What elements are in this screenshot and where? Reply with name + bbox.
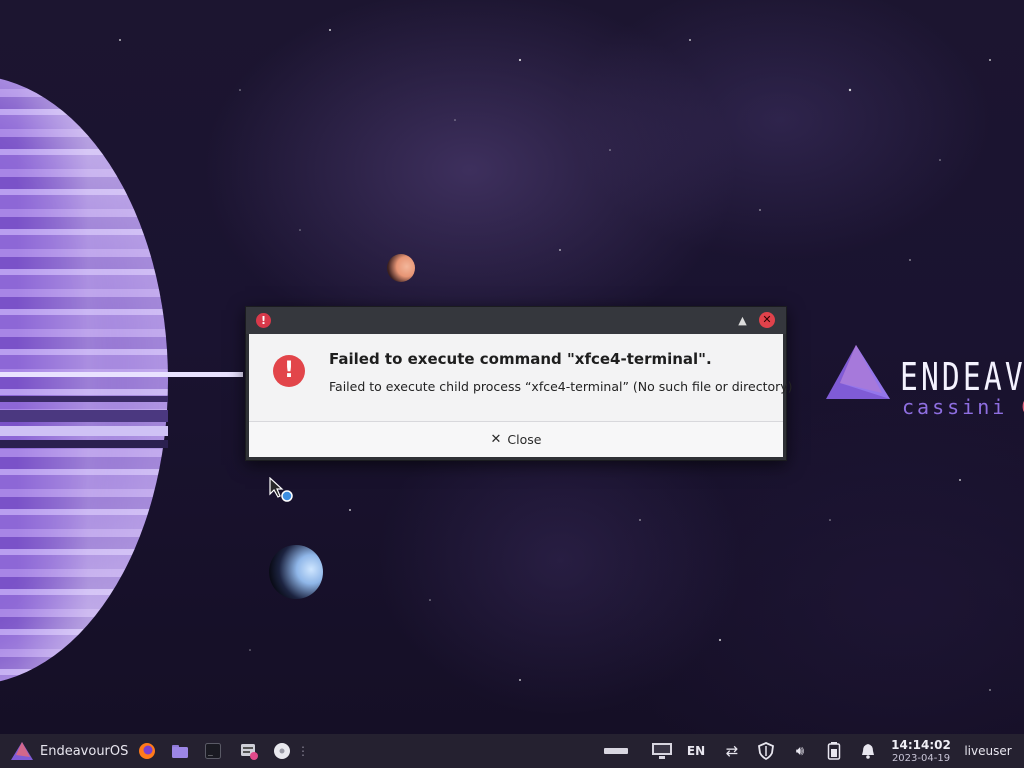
notifications-button[interactable] xyxy=(856,734,880,768)
more-icon[interactable]: ⋮ xyxy=(297,734,309,768)
disk-utility-launcher[interactable] xyxy=(271,734,293,768)
terminal-launcher[interactable]: _ xyxy=(202,734,224,768)
window-list-icon xyxy=(604,748,628,754)
error-icon: ! xyxy=(273,355,305,387)
planet-ring xyxy=(0,426,168,436)
moon-blue xyxy=(269,545,323,599)
close-button-label: Close xyxy=(507,432,542,447)
disk-utility-icon xyxy=(274,743,290,759)
dialog-detail: Failed to execute child process “xfce4-t… xyxy=(329,379,793,394)
battery-button[interactable] xyxy=(822,734,846,768)
mouse-cursor-icon xyxy=(269,477,293,502)
clock-time: 14:14:02 xyxy=(891,738,951,752)
logo-subtitle: cassiniC xyxy=(902,395,1024,419)
menu-label: EndeavourOS xyxy=(40,743,129,759)
endeavouros-wallpaper-logo: ENDEAVOUR cassiniC xyxy=(820,343,1024,423)
notification-icon xyxy=(862,744,874,759)
window-list-button[interactable] xyxy=(600,734,632,768)
file-manager-icon xyxy=(172,745,188,758)
clock-date: 2023-04-19 xyxy=(891,753,951,764)
window-close-button[interactable]: ✕ xyxy=(759,312,775,328)
file-manager-launcher[interactable] xyxy=(169,734,191,768)
logo-wordmark: ENDEAVOUR xyxy=(900,355,1024,399)
display-icon xyxy=(652,743,672,759)
user-menu[interactable]: liveuser xyxy=(958,734,1018,768)
firefox-icon xyxy=(139,743,155,759)
close-button[interactable]: ✕ Close xyxy=(249,422,783,457)
firewall-button[interactable] xyxy=(754,734,778,768)
volume-icon[interactable]: 🔊︎ xyxy=(788,734,812,768)
dialog-titlebar[interactable]: ! ▲ ✕ xyxy=(246,307,786,334)
planet-ring xyxy=(0,372,243,377)
moon-small xyxy=(387,254,415,282)
svg-text:_: _ xyxy=(208,747,213,756)
display-button[interactable] xyxy=(650,734,674,768)
taskbar: EndeavourOS _ ⋮ EN ⇄ 🔊︎ 14:14:02 2023-04… xyxy=(0,734,1024,768)
task-manager-launcher[interactable] xyxy=(238,734,260,768)
dialog-body: ! Failed to execute command "xfce4-termi… xyxy=(249,334,793,457)
terminal-icon: _ xyxy=(205,743,221,759)
clock[interactable]: 14:14:02 2023-04-19 xyxy=(888,734,954,768)
close-icon: ✕ xyxy=(490,432,502,447)
dialog-heading: Failed to execute command "xfce4-termina… xyxy=(329,350,712,368)
planet-ring xyxy=(0,410,168,422)
keyboard-layout-indicator[interactable]: EN xyxy=(684,734,708,768)
applications-menu-button[interactable]: EndeavourOS xyxy=(0,734,130,768)
task-manager-icon xyxy=(241,744,258,760)
error-icon: ! xyxy=(256,313,271,328)
network-icon[interactable]: ⇄ xyxy=(720,734,744,768)
battery-icon xyxy=(827,742,841,760)
error-dialog: ! ▲ ✕ ! Failed to execute command "xfce4… xyxy=(245,306,793,461)
firefox-launcher[interactable] xyxy=(136,734,158,768)
planet-ring xyxy=(0,396,168,402)
endeavouros-logo-icon xyxy=(826,345,890,399)
shield-icon xyxy=(758,742,774,760)
planet-ring xyxy=(0,440,168,448)
shade-icon[interactable]: ▲ xyxy=(735,313,750,328)
endeavouros-logo-icon xyxy=(11,742,33,760)
